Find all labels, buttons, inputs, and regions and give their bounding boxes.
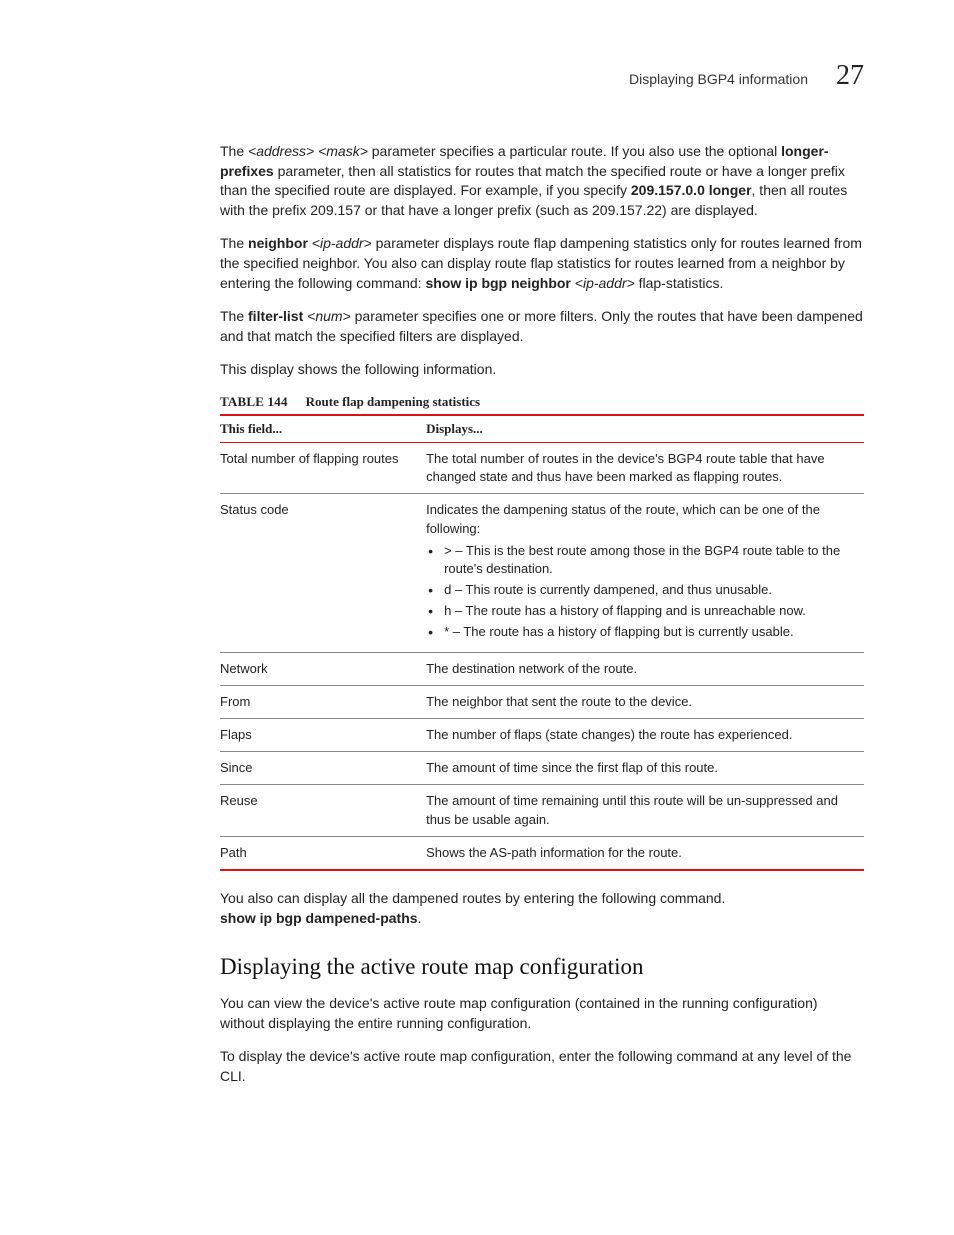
cell-field: Flaps (220, 719, 426, 752)
paragraph-route-map-intro: You can view the device's active route m… (220, 994, 864, 1033)
cell-description: The number of flaps (state changes) the … (426, 719, 864, 752)
table-row: Total number of flapping routes The tota… (220, 442, 864, 493)
param-address-mask: <address> <mask> (248, 143, 368, 159)
paragraph-address-mask: The <address> <mask> parameter specifies… (220, 142, 864, 220)
cell-field: Status code (220, 494, 426, 652)
text: parameter specifies a particular route. … (368, 143, 781, 159)
cell-description: The destination network of the route. (426, 652, 864, 685)
cell-description: The neighbor that sent the route to the … (426, 685, 864, 718)
cell-description: Indicates the dampening status of the ro… (426, 494, 864, 652)
table-row: Since The amount of time since the first… (220, 752, 864, 785)
table-row: Path Shows the AS-path information for t… (220, 836, 864, 870)
col-header-field: This field... (220, 415, 426, 443)
page: Displaying BGP4 information 27 The <addr… (0, 0, 954, 1235)
text: . (418, 910, 422, 926)
text: The (220, 308, 248, 324)
cell-description: Shows the AS-path information for the ro… (426, 836, 864, 870)
table-row: Reuse The amount of time remaining until… (220, 785, 864, 836)
table-row: Network The destination network of the r… (220, 652, 864, 685)
cell-description: The amount of time remaining until this … (426, 785, 864, 836)
paragraph-route-map-cli: To display the device's active route map… (220, 1047, 864, 1086)
content: The <address> <mask> parameter specifies… (100, 142, 864, 1087)
param-ip-addr: <ip-addr> (571, 275, 635, 291)
table-row: Status code Indicates the dampening stat… (220, 494, 864, 652)
cell-field: Path (220, 836, 426, 870)
cell-field: Since (220, 752, 426, 785)
paragraph-filter-list: The filter-list <num> parameter specifie… (220, 307, 864, 346)
list-item: h – The route has a history of flapping … (426, 602, 858, 620)
cell-field: Total number of flapping routes (220, 442, 426, 493)
example-value: 209.157.0.0 longer (631, 182, 752, 198)
text: Indicates the dampening status of the ro… (426, 502, 820, 535)
param-num: <num> (303, 308, 350, 324)
paragraph-display-intro: This display shows the following informa… (220, 360, 864, 380)
paragraph-dampened-paths: You also can display all the dampened ro… (220, 889, 864, 928)
list-item: > – This is the best route among those i… (426, 542, 858, 578)
list-item: * – The route has a history of flapping … (426, 623, 858, 641)
text: The (220, 235, 248, 251)
command-show-ip-bgp-dampened-paths: show ip bgp dampened-paths (220, 910, 418, 926)
table-header-row: This field... Displays... (220, 415, 864, 443)
text: flap-statistics. (635, 275, 724, 291)
cell-field: Reuse (220, 785, 426, 836)
list-item: d – This route is currently dampened, an… (426, 581, 858, 599)
table-row: From The neighbor that sent the route to… (220, 685, 864, 718)
header-title: Displaying BGP4 information (629, 71, 808, 87)
table-number: TABLE 144 (220, 394, 288, 409)
param-neighbor: neighbor (248, 235, 308, 251)
text: You also can display all the dampened ro… (220, 890, 725, 906)
table-row: Flaps The number of flaps (state changes… (220, 719, 864, 752)
param-filter-list: filter-list (248, 308, 303, 324)
table-title: Route flap dampening statistics (306, 394, 480, 409)
status-code-list: > – This is the best route among those i… (426, 542, 858, 642)
section-heading: Displaying the active route map configur… (220, 954, 864, 980)
text: The (220, 143, 248, 159)
param-ip-addr: <ip-addr> (308, 235, 372, 251)
cell-field: Network (220, 652, 426, 685)
paragraph-neighbor: The neighbor <ip-addr> parameter display… (220, 234, 864, 293)
cell-description: The amount of time since the first flap … (426, 752, 864, 785)
page-header: Displaying BGP4 information 27 (100, 60, 864, 92)
table-caption: TABLE 144 Route flap dampening statistics (220, 394, 864, 410)
command-show-ip-bgp-neighbor: show ip bgp neighbor (425, 275, 570, 291)
cell-description: The total number of routes in the device… (426, 442, 864, 493)
table-route-flap-stats: This field... Displays... Total number o… (220, 414, 864, 871)
chapter-number: 27 (836, 60, 864, 92)
cell-field: From (220, 685, 426, 718)
col-header-displays: Displays... (426, 415, 864, 443)
